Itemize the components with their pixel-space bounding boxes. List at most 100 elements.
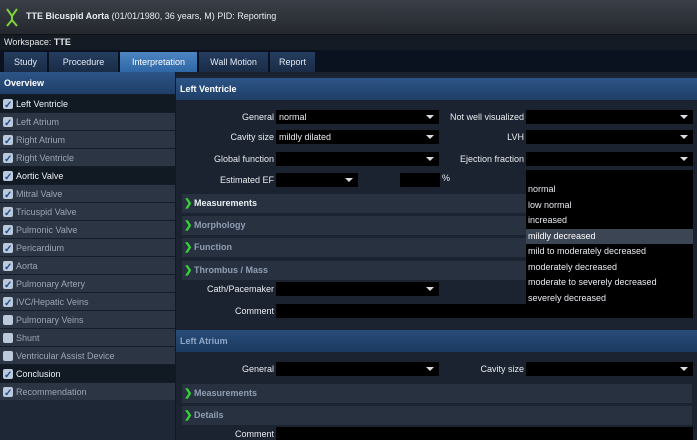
workspace-value: TTE [53,37,71,47]
checkbox-icon[interactable] [3,367,13,385]
morphology-label: Morphology [194,220,246,230]
la-comment-input[interactable] [276,427,693,440]
la-general-select[interactable] [276,362,439,376]
overview-item-ventricular-assist-device[interactable]: Ventricular Assist Device [0,346,175,364]
checkbox-icon[interactable] [3,187,13,205]
workspace-bar: Workspace: TTE [0,35,697,50]
overview-item-label: Ventricular Assist Device [16,351,115,361]
overview-item-label: Right Atrium [16,135,66,145]
overview-item-label: Aorta [16,261,38,271]
overview-item-ivc-hepatic-veins[interactable]: IVC/Hepatic Veins [0,292,175,313]
patient-info: (01/01/1980, 36 years, M) PID: Reporting [109,11,277,21]
la-cavity-size-select[interactable] [526,362,693,376]
overview-item-tricuspid-valve[interactable]: Tricuspid Valve [0,202,175,223]
checkbox-icon[interactable] [3,241,13,259]
checkbox-icon[interactable] [3,295,13,313]
overview-item-label: Pulmonary Artery [16,279,86,289]
tab-report[interactable]: Report [270,52,316,72]
overview-item-pulmonic-valve[interactable]: Pulmonic Valve [0,220,175,241]
overview-item-conclusion[interactable]: Conclusion [0,364,175,385]
la-details-toggle[interactable]: ❯ Details [182,406,692,425]
chevron-down-icon [426,115,434,119]
overview-item-pulmonary-veins[interactable]: Pulmonary Veins [0,310,175,328]
overview-item-label: IVC/Hepatic Veins [16,297,89,307]
checkbox-icon[interactable] [3,169,13,187]
overview-item-shunt[interactable]: Shunt [0,328,175,346]
chevron-down-icon [680,157,688,161]
dropdown-option-highlighted[interactable]: mildly decreased [526,228,693,244]
ejection-fraction-select[interactable] [526,152,693,166]
dropdown-option[interactable]: moderate to severely decreased [526,275,693,291]
overview-item-left-atrium[interactable]: Left Atrium [0,112,175,133]
study-name: TTE Bicuspid Aorta [26,11,110,21]
checkbox-icon[interactable] [3,351,13,361]
cavity-size-value: mildly dilated [279,132,332,142]
not-well-visualized-select[interactable] [526,110,693,124]
measurements-label: Measurements [194,198,258,208]
dropdown-option[interactable]: moderately decreased [526,260,693,276]
chevron-down-icon [680,135,688,139]
tab-procedure[interactable]: Procedure [49,52,119,72]
overview-item-right-atrium[interactable]: Right Atrium [0,130,175,151]
cavity-size-label: Cavity size [230,132,274,142]
tab-study[interactable]: Study [4,52,48,72]
tab-wall-motion[interactable]: Wall Motion [199,52,269,72]
title-bar: TTE Bicuspid Aorta (01/01/1980, 36 years… [0,0,697,35]
overview-item-label: Conclusion [16,369,61,379]
checkbox-icon[interactable] [3,205,13,223]
overview-item-mitral-valve[interactable]: Mitral Valve [0,184,175,205]
checkbox-icon[interactable] [3,151,13,169]
checkbox-icon[interactable] [3,385,13,403]
overview-item-recommendation[interactable]: Recommendation [0,382,175,403]
tab-interpretation[interactable]: Interpretation [120,52,198,72]
overview-item-left-ventricle[interactable]: Left Ventricle [0,94,175,115]
comment-input[interactable] [276,304,693,318]
checkbox-icon[interactable] [3,133,13,151]
cavity-size-select[interactable]: mildly dilated [276,130,439,144]
overview-item-label: Pericardium [16,243,65,253]
lvh-label: LVH [507,132,524,142]
la-measurements-toggle[interactable]: ❯ Measurements [182,384,692,403]
overview-item-aortic-valve[interactable]: Aortic Valve [0,166,175,187]
overview-item-right-ventricle[interactable]: Right Ventricle [0,148,175,169]
estimated-ef-select[interactable] [276,173,358,187]
overview-item-aorta[interactable]: Aorta [0,256,175,277]
checkbox-icon[interactable] [3,333,13,343]
app-logo-icon [6,8,18,27]
lvh-select[interactable] [526,130,693,144]
global-function-label: Global function [213,154,274,164]
checkbox-icon[interactable] [3,97,13,115]
overview-item-pulmonary-artery[interactable]: Pulmonary Artery [0,274,175,295]
la-cavity-size-label: Cavity size [480,364,524,374]
dropdown-option[interactable]: normal [526,182,693,198]
overview-header: Overview [0,72,175,94]
general-select[interactable]: normal [276,110,439,124]
general-label: General [241,112,274,122]
dropdown-option[interactable]: severely decreased [526,291,693,307]
la-measurements-label: Measurements [194,388,258,398]
checkbox-icon[interactable] [3,115,13,133]
checkbox-icon[interactable] [3,315,13,325]
dropdown-option[interactable]: mild to moderately decreased [526,244,693,260]
ejection-fraction-dropdown[interactable]: normal low normal increased mildly decre… [526,170,693,306]
overview-item-label: Aortic Valve [16,171,64,181]
estimated-ef-label: Estimated EF [219,175,274,185]
cath-pacemaker-select[interactable] [276,282,439,296]
percent-unit: % [442,173,451,183]
chevron-down-icon [426,287,434,291]
overview-item-label: Right Ventricle [16,153,75,163]
overview-item-pericardium[interactable]: Pericardium [0,238,175,259]
checkbox-icon[interactable] [3,277,13,295]
estimated-ef-input[interactable] [400,173,440,187]
checkbox-icon[interactable] [3,223,13,241]
global-function-select[interactable] [276,152,439,166]
chevron-right-icon: ❯ [184,388,193,399]
dropdown-option[interactable]: low normal [526,198,693,214]
overview-item-label: Tricuspid Valve [16,207,77,217]
chevron-down-icon [426,367,434,371]
chevron-right-icon: ❯ [184,242,193,253]
checkbox-icon[interactable] [3,259,13,277]
cath-pacemaker-label: Cath/Pacemaker [206,284,274,294]
dropdown-top-spacer [526,170,693,182]
dropdown-option[interactable]: increased [526,213,693,229]
